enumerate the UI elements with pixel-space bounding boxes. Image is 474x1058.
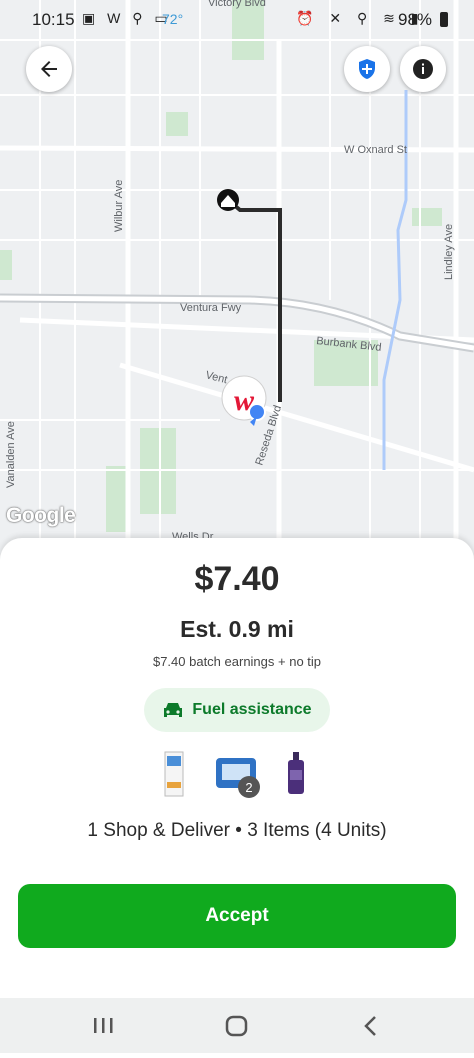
map-park xyxy=(412,208,442,226)
offer-distance: Est. 0.9 mi xyxy=(180,616,294,642)
accept-button[interactable]: Accept xyxy=(18,884,456,948)
home-marker-icon[interactable] xyxy=(217,189,239,211)
map-park xyxy=(166,112,188,136)
info-button[interactable] xyxy=(400,46,446,92)
status-time: 10:15 xyxy=(32,10,75,29)
item-image-bottle[interactable] xyxy=(284,750,308,798)
back-button[interactable] xyxy=(26,46,72,92)
item-count-badge: 2 xyxy=(238,776,260,798)
notification-icons: ▣ W ⚲ ▭ xyxy=(82,10,172,26)
item-thumbnails: 2 xyxy=(0,750,474,800)
info-icon xyxy=(413,59,433,79)
system-navigation-bar xyxy=(0,998,474,1053)
arrow-left-icon xyxy=(41,61,57,77)
back-nav-icon[interactable] xyxy=(364,1016,376,1036)
road-label: Lindley Ave xyxy=(443,224,455,280)
fuel-assistance-chip[interactable]: Fuel assistance xyxy=(144,688,330,732)
road-label: Ventura Fwy xyxy=(180,302,242,314)
current-location-icon xyxy=(248,403,266,426)
battery-icon xyxy=(440,12,448,27)
item-image-box[interactable] xyxy=(162,750,186,798)
status-temperature: 72° xyxy=(162,11,184,27)
map-park xyxy=(0,250,12,280)
fuel-assistance-label: Fuel assistance xyxy=(192,701,312,718)
offer-summary: 1 Shop & Deliver • 3 Items (4 Units) xyxy=(87,820,387,841)
offer-sheet: $7.40 Est. 0.9 mi $7.40 batch earnings +… xyxy=(0,538,474,998)
shield-icon xyxy=(359,59,375,79)
google-logo: Google xyxy=(6,504,76,527)
home-button-icon[interactable] xyxy=(225,1015,248,1037)
safety-button[interactable] xyxy=(344,46,390,92)
road-label: W Oxnard St xyxy=(344,144,407,156)
status-bar: 10:15 ▣ W ⚲ ▭ 72° ⏰ ✕ ⚲ ≋ ▮ 98% xyxy=(0,0,474,40)
car-icon xyxy=(164,703,183,717)
recent-apps-icon[interactable] xyxy=(94,1018,113,1033)
road-label: Vanalden Ave xyxy=(5,421,17,488)
road-label: Vent xyxy=(204,369,228,386)
earnings-note: $7.40 batch earnings + no tip xyxy=(152,654,322,669)
product-bottle-icon xyxy=(288,752,304,794)
road-label: Wilbur Ave xyxy=(113,180,125,232)
nav-buttons xyxy=(94,1015,376,1037)
product-box-icon xyxy=(164,751,184,797)
battery-level: 98% xyxy=(398,10,433,29)
offer-price: $7.40 xyxy=(194,560,280,598)
map-view[interactable]: Victory Blvd W Oxnard St Wilbur Ave Lind… xyxy=(0,0,474,600)
item-image-tissues[interactable]: 2 xyxy=(214,750,264,798)
